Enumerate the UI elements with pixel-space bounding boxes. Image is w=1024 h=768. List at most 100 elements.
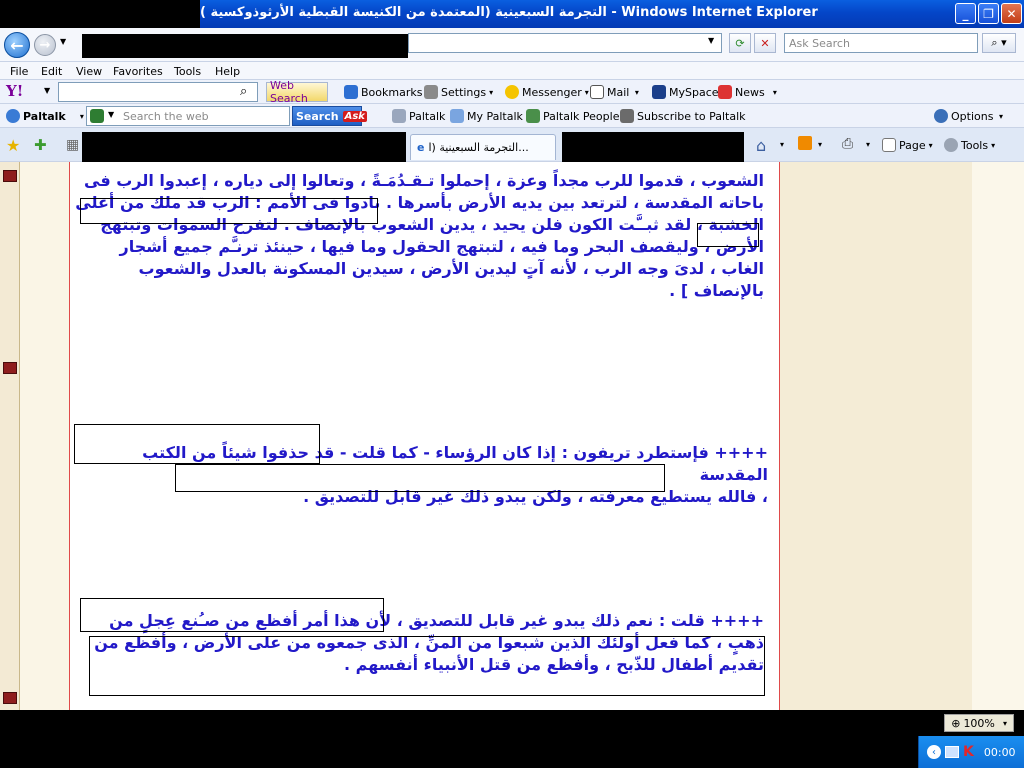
quick-tabs-icon[interactable]: ▦ bbox=[66, 137, 79, 153]
refresh-icon: ⟳ bbox=[735, 36, 745, 50]
menu-file[interactable]: File bbox=[10, 65, 28, 78]
rss-feed-icon[interactable] bbox=[798, 136, 812, 150]
paltalk-link-label: Paltalk bbox=[409, 109, 446, 123]
page-icon bbox=[882, 138, 896, 152]
envelope-icon bbox=[590, 85, 604, 99]
myspace-label: MySpace bbox=[669, 85, 719, 99]
options-button[interactable]: Options ▾ bbox=[934, 109, 1003, 123]
refresh-button[interactable]: ⟳ bbox=[729, 33, 751, 53]
address-dropdown-icon[interactable]: ▼ bbox=[708, 36, 714, 45]
search-button-label: Search bbox=[296, 109, 339, 123]
ie-page-icon: e bbox=[417, 141, 425, 154]
home-icon[interactable]: ⌂ bbox=[756, 136, 766, 155]
print-dropdown-icon[interactable]: ▾ bbox=[866, 140, 870, 149]
yahoo-dropdown-icon[interactable]: ▼ bbox=[44, 86, 50, 95]
news-label: News bbox=[735, 85, 765, 99]
yahoo-logo-icon[interactable]: Y! bbox=[6, 82, 23, 100]
ask-search-input[interactable]: Ask Search bbox=[784, 33, 978, 53]
news-button[interactable]: News ▾ bbox=[718, 85, 777, 99]
minimize-button[interactable]: _ bbox=[955, 3, 976, 24]
magnifier-icon[interactable]: ⌕ bbox=[240, 84, 247, 99]
zoom-control[interactable]: ⊕ 100% ▾ bbox=[944, 714, 1014, 732]
system-tray: ‹ K 00:00 bbox=[918, 736, 1024, 768]
tab-active-label: التجرمة السبعينية (ا... bbox=[428, 141, 529, 154]
paltalk-people-link[interactable]: Paltalk People bbox=[526, 109, 619, 123]
side-panel bbox=[780, 162, 972, 710]
tray-arrow-icon[interactable]: ‹ bbox=[927, 745, 941, 759]
forward-button[interactable]: → bbox=[34, 34, 56, 56]
mail-button[interactable]: Mail ▾ bbox=[590, 85, 639, 99]
paltalk-logo-icon bbox=[6, 109, 20, 123]
search-button[interactable]: ⌕ ▾ bbox=[982, 33, 1016, 53]
network-icon[interactable] bbox=[945, 746, 959, 758]
feed-dropdown-icon[interactable]: ▾ bbox=[818, 140, 822, 149]
menu-view[interactable]: View bbox=[76, 65, 102, 78]
subscribe-paltalk-link[interactable]: Subscribe to Paltalk bbox=[620, 109, 746, 123]
news-icon bbox=[718, 85, 732, 99]
history-dropdown-icon[interactable]: ▼ bbox=[60, 37, 66, 46]
text-line: الشعوب ، قدموا للرب مجداً وعزة ، إحملوا … bbox=[84, 171, 764, 190]
settings-button[interactable]: Settings ▾ bbox=[424, 85, 493, 99]
scroll-up-marker[interactable] bbox=[3, 170, 17, 182]
myspace-button[interactable]: MySpace bbox=[652, 85, 719, 99]
tools-menu-button[interactable]: Tools ▾ bbox=[944, 138, 995, 152]
paltalk-search-box[interactable]: ▼ Search the web bbox=[86, 106, 290, 126]
page-menu-button[interactable]: Page ▾ bbox=[882, 138, 933, 152]
menu-tools[interactable]: Tools bbox=[174, 65, 201, 78]
paltalk-search-input[interactable]: Search the web bbox=[123, 110, 209, 123]
favorites-star-icon[interactable]: ★ bbox=[6, 136, 20, 155]
redacted-area bbox=[0, 0, 200, 28]
left-gutter bbox=[0, 162, 20, 710]
bookmarks-label: Bookmarks bbox=[361, 85, 423, 99]
menu-favorites[interactable]: Favorites bbox=[113, 65, 163, 78]
search-icon: ⌕ ▾ bbox=[991, 36, 1007, 49]
menu-help[interactable]: Help bbox=[215, 65, 240, 78]
right-margin-line bbox=[779, 162, 780, 710]
paltalk-brand-label: Paltalk bbox=[23, 109, 66, 123]
download-arrow-icon bbox=[392, 109, 406, 123]
tab-row: ★ ✚ ▦ e التجرمة السبعينية (ا... ⌂ ▾ ▾ ⎙ … bbox=[0, 128, 1024, 162]
paltalk-people-label: Paltalk People bbox=[543, 109, 620, 123]
scroll-down-marker[interactable] bbox=[3, 692, 17, 704]
paltalk-link[interactable]: Paltalk bbox=[392, 109, 445, 123]
title-bar: التجرمة السبعينية (المعتمدة من الكنيسة ا… bbox=[0, 0, 1024, 28]
web-search-button[interactable]: Web Search bbox=[266, 79, 328, 105]
gear-icon bbox=[944, 138, 958, 152]
scroll-thumb-marker[interactable] bbox=[3, 362, 17, 374]
maximize-button[interactable]: ❐ bbox=[978, 3, 999, 24]
address-input[interactable] bbox=[408, 33, 722, 53]
my-paltalk-link[interactable]: My Paltalk bbox=[450, 109, 523, 123]
stop-button[interactable]: ✕ bbox=[754, 33, 776, 53]
menu-edit[interactable]: Edit bbox=[41, 65, 62, 78]
page-content: الشعوب ، قدموا للرب مجداً وعزة ، إحملوا … bbox=[0, 162, 1024, 710]
home-dropdown-icon[interactable]: ▾ bbox=[780, 140, 784, 149]
close-button[interactable]: ✕ bbox=[1001, 3, 1022, 24]
settings-label: Settings bbox=[441, 85, 487, 99]
add-favorites-icon[interactable]: ✚ bbox=[34, 136, 47, 154]
bookmarks-button[interactable]: Bookmarks▾ bbox=[344, 85, 429, 99]
paltalk-search-button[interactable]: Search Ask bbox=[292, 106, 367, 126]
print-icon[interactable]: ⎙ bbox=[842, 136, 853, 152]
clock: 00:00 bbox=[983, 745, 1016, 759]
antivirus-icon[interactable]: K bbox=[963, 744, 974, 760]
highlight-box bbox=[80, 198, 378, 224]
bookmarks-icon bbox=[344, 85, 358, 99]
wrench-icon bbox=[620, 109, 634, 123]
highlight-box bbox=[175, 464, 665, 492]
text-line: الأرض ، وليقصف البحر وما فيه ، لتبتهج ال… bbox=[119, 237, 764, 256]
back-button[interactable]: ← bbox=[4, 32, 30, 58]
options-icon bbox=[934, 109, 948, 123]
highlight-box bbox=[697, 223, 759, 247]
redacted-tab-area bbox=[82, 132, 406, 162]
messenger-button[interactable]: Messenger ▾ bbox=[505, 85, 589, 99]
options-label: Options bbox=[951, 109, 994, 123]
highlight-box bbox=[74, 424, 320, 464]
tab-active[interactable]: e التجرمة السبعينية (ا... bbox=[410, 134, 556, 160]
menu-bar: File Edit View Favorites Tools Help bbox=[0, 62, 1024, 80]
paltalk-brand[interactable]: Paltalk ▾ bbox=[6, 109, 84, 123]
ask-badge-icon: Ask bbox=[342, 110, 367, 122]
yahoo-search-input[interactable] bbox=[58, 82, 258, 102]
zoom-level: 100% bbox=[963, 716, 995, 730]
subscribe-label: Subscribe to Paltalk bbox=[637, 109, 746, 123]
tools-menu-label: Tools bbox=[961, 138, 989, 152]
